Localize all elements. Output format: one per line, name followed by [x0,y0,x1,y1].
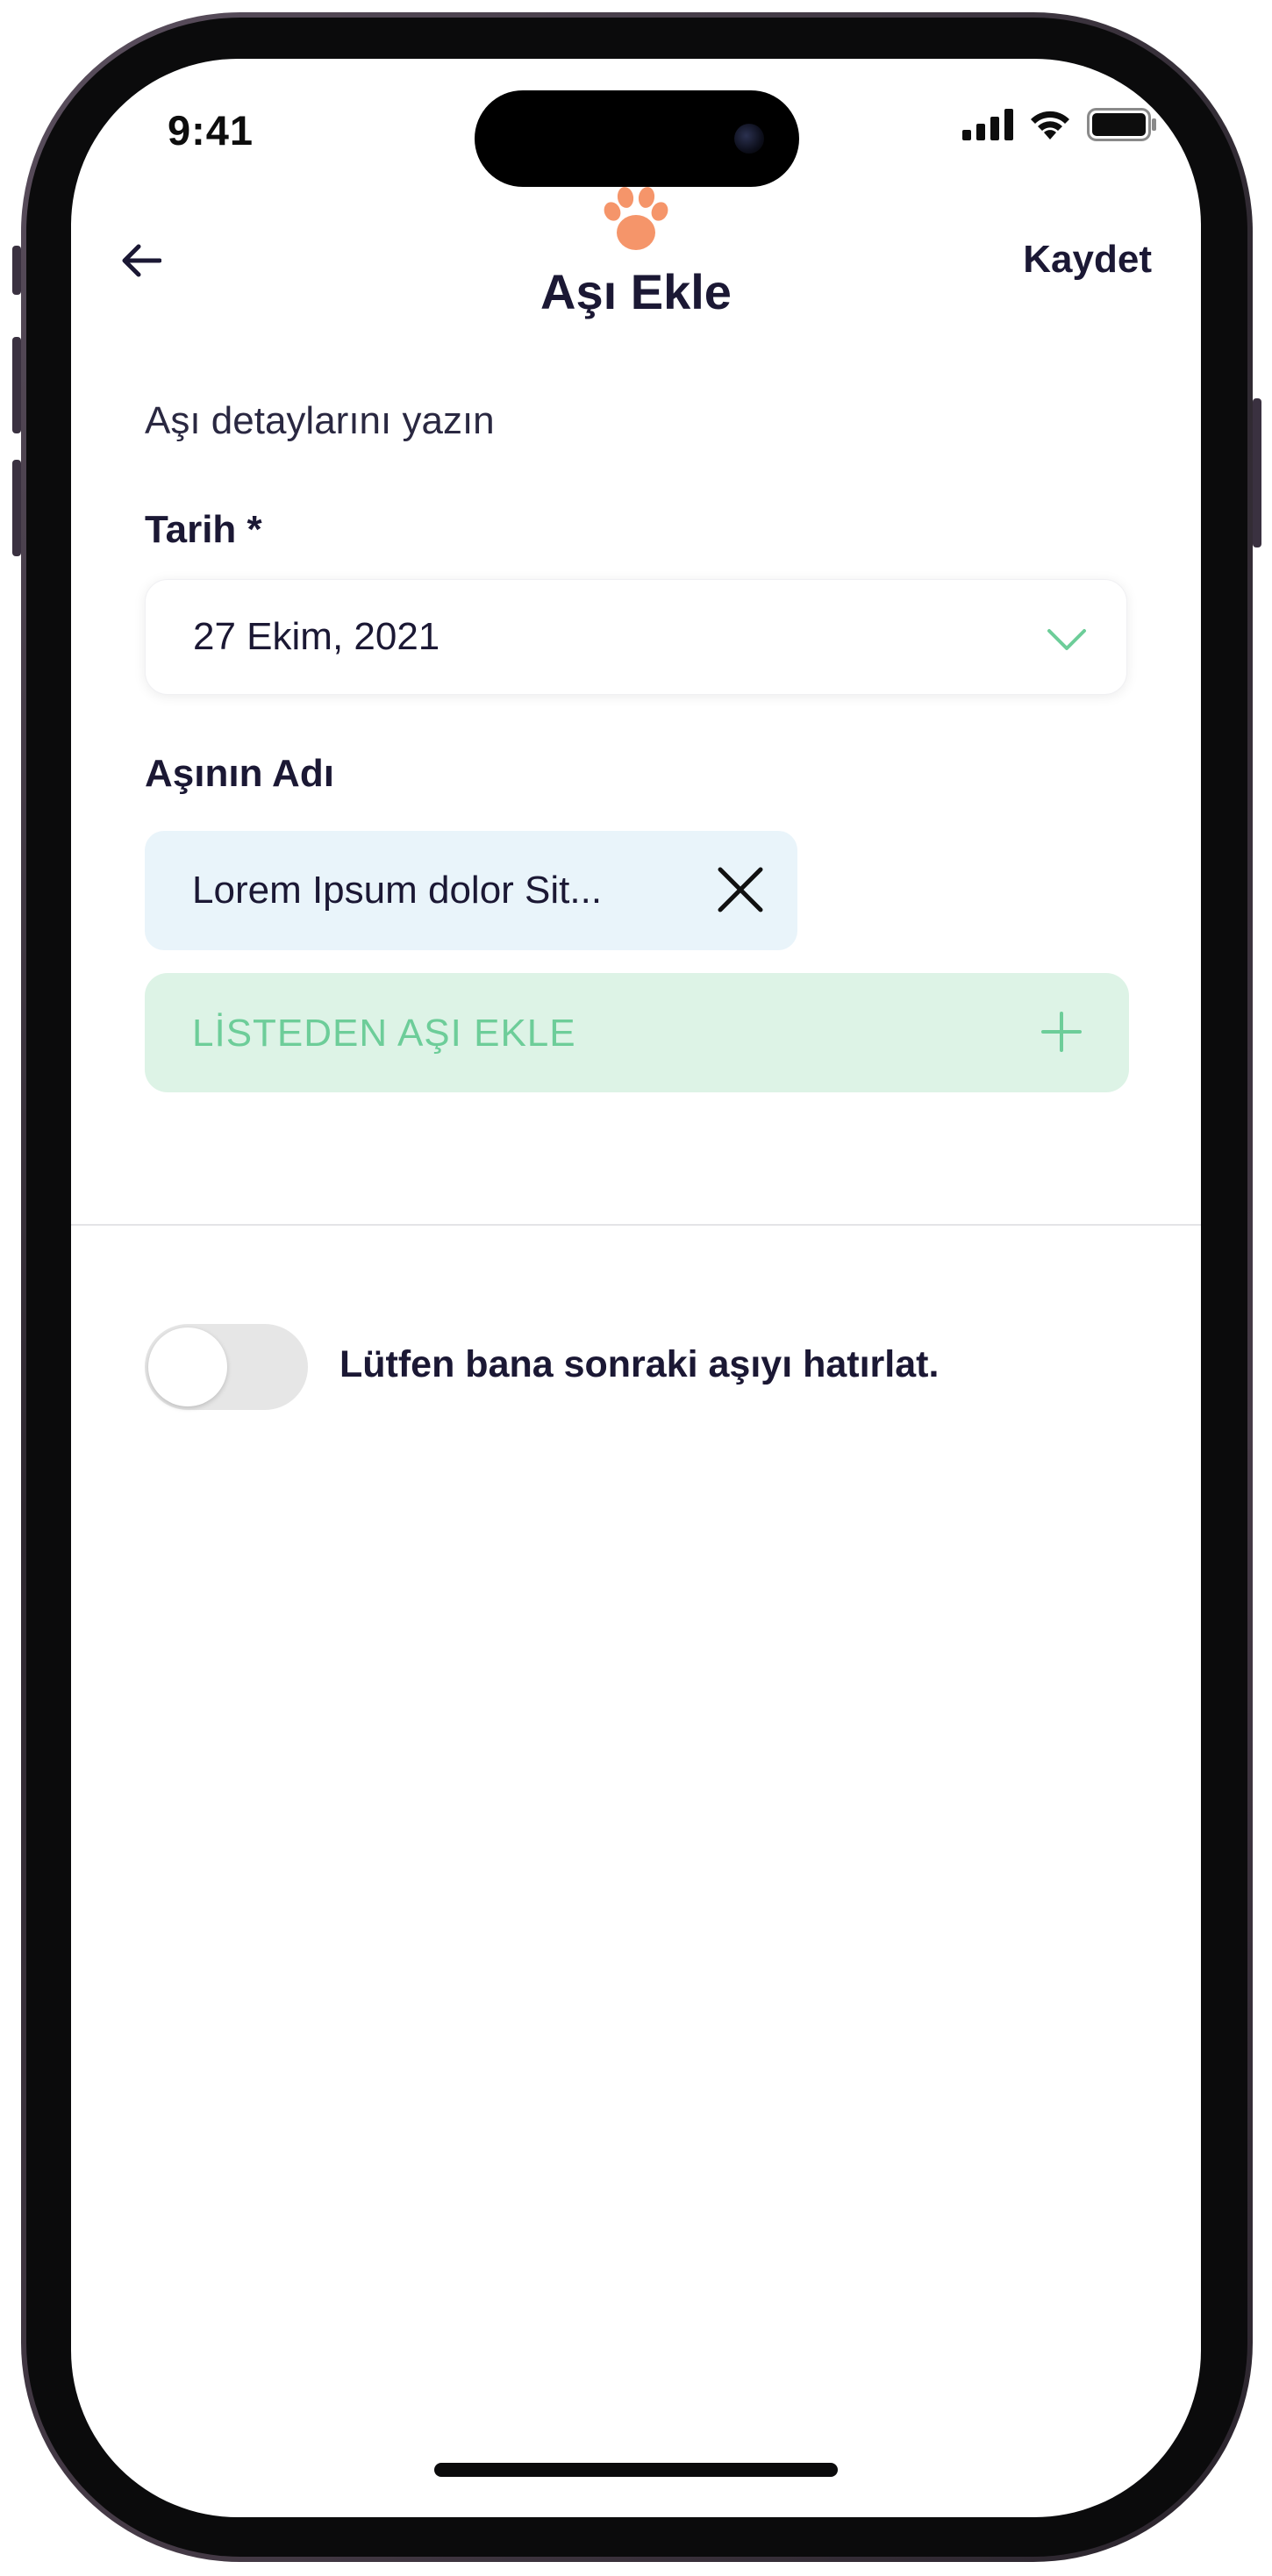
plus-icon [1041,1012,1082,1052]
paw-icon [604,187,668,250]
cellular-signal-icon [962,109,1013,140]
date-label: Tarih * [145,508,262,551]
home-indicator[interactable] [434,2463,838,2477]
vaccine-chip-text: Lorem Ipsum dolor Sit... [192,869,603,912]
save-button[interactable]: Kaydet [1023,238,1152,282]
volume-down-button [12,460,21,556]
app-screen: 9:41 Aşı Ekle Kaydet Aşı detaylarını yaz… [71,59,1201,2517]
power-button [1253,398,1261,547]
section-divider [71,1224,1201,1226]
add-from-list-button[interactable]: LİSTEDEN AŞI EKLE [145,973,1129,1092]
volume-up-button [12,337,21,433]
date-dropdown[interactable]: 27 Ekim, 2021 [145,579,1127,695]
dynamic-island [475,90,799,187]
date-value: 27 Ekim, 2021 [193,615,440,658]
status-icons [962,108,1157,141]
battery-icon [1087,108,1156,141]
wifi-icon [1031,111,1069,140]
form-subtitle: Aşı detaylarını yazın [145,399,495,442]
front-camera [734,124,764,154]
vaccine-name-label: Aşının Adı [145,752,334,795]
reminder-label: Lütfen bana sonraki aşıyı hatırlat. [339,1343,940,1385]
add-from-list-label: LİSTEDEN AŞI EKLE [192,1012,576,1055]
reminder-toggle[interactable] [145,1324,308,1410]
status-time: 9:41 [168,107,254,154]
vaccine-chip: Lorem Ipsum dolor Sit... [145,831,797,950]
toggle-knob [148,1327,227,1406]
action-button [12,246,21,295]
close-icon[interactable] [715,864,766,915]
chevron-down-icon [1047,629,1086,650]
